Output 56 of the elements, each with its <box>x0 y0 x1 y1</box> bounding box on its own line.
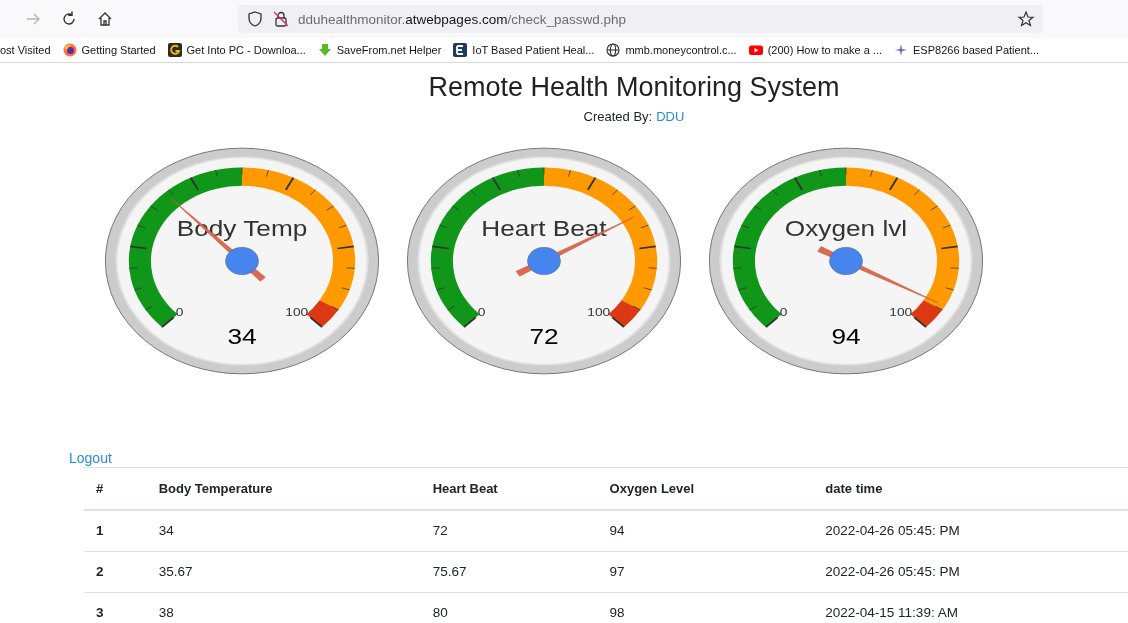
table-cell: 1 <box>84 510 147 552</box>
table-cell: 98 <box>597 592 814 623</box>
bookmark-link[interactable]: mmb.moneycontrol.c... <box>625 44 737 56</box>
table-cell: 94 <box>597 510 814 552</box>
home-icon[interactable] <box>96 10 114 28</box>
gauge-min: 0 <box>779 305 788 319</box>
gauge-max: 100 <box>285 305 309 319</box>
table-cell: 3 <box>84 592 147 623</box>
shield-icon[interactable] <box>246 10 264 28</box>
table-cell: 38 <box>146 592 421 623</box>
download-arrow-icon <box>317 43 332 57</box>
column-header: Heart Beat <box>420 467 598 510</box>
column-header: date time <box>813 467 1128 510</box>
table-cell: 35.67 <box>146 551 421 593</box>
bookmark-link[interactable]: Get Into PC - Downloa... <box>186 44 306 56</box>
column-header: Body Temperature <box>146 467 421 510</box>
video-play-icon <box>748 43 763 57</box>
column-header: # <box>84 467 147 510</box>
gauge-label: Oxygen lvl <box>784 216 908 241</box>
url-text: dduhealthmonitor.atwebpages.com/check_passwd.php <box>298 11 627 27</box>
insecure-lock-icon[interactable] <box>272 10 290 28</box>
table-cell: 80 <box>420 592 598 623</box>
bookmark-link[interactable]: SaveFrom.net Helper <box>336 44 442 56</box>
table-cell: 97 <box>597 551 814 593</box>
table-cell: 75.67 <box>420 551 598 593</box>
reload-icon[interactable] <box>60 10 78 28</box>
table-cell: 2022-04-26 05:45: PM <box>813 510 1128 552</box>
e-logo-icon <box>453 43 468 57</box>
column-header: Oxygen Level <box>597 467 814 510</box>
gauge-value: 94 <box>831 324 861 349</box>
bookmark-link[interactable]: IoT Based Patient Heal... <box>472 44 595 56</box>
table-cell: 2022-04-15 11:39: AM <box>813 592 1128 623</box>
page-title: Remote Health Monitoring System <box>427 71 841 103</box>
table-cell: 34 <box>146 510 421 552</box>
table-cell: 2 <box>84 551 147 593</box>
credit-label: Created By: <box>583 109 653 125</box>
globe-icon <box>606 43 621 57</box>
star-icon[interactable] <box>1017 10 1035 28</box>
table-cell: 2022-04-26 05:45: PM <box>813 551 1128 593</box>
bookmark-link[interactable]: Getting Started <box>81 44 156 56</box>
gauge-max: 100 <box>587 305 611 319</box>
table-cell: 72 <box>420 510 598 552</box>
bookmark-link[interactable]: (200) How to make a ... <box>767 44 882 56</box>
gauge-min: 0 <box>477 305 486 319</box>
credit-link[interactable]: DDU <box>656 109 685 125</box>
gauge-min: 0 <box>175 305 184 319</box>
gauge-value: 72 <box>529 324 559 349</box>
gauge-label: Heart Beat <box>481 216 607 241</box>
firefox-logo-icon <box>62 43 77 57</box>
bookmark-link[interactable]: ost Visited <box>0 44 51 56</box>
logout-link[interactable]: Logout <box>69 449 112 467</box>
address-bar[interactable]: dduhealthmonitor.atwebpages.com/check_passwd.php <box>238 5 1043 33</box>
gauge-max: 100 <box>889 305 913 319</box>
g-logo-icon <box>167 43 182 57</box>
gauge-value: 34 <box>227 324 257 349</box>
bookmark-link[interactable]: ESP8266 based Patient... <box>913 44 1039 56</box>
